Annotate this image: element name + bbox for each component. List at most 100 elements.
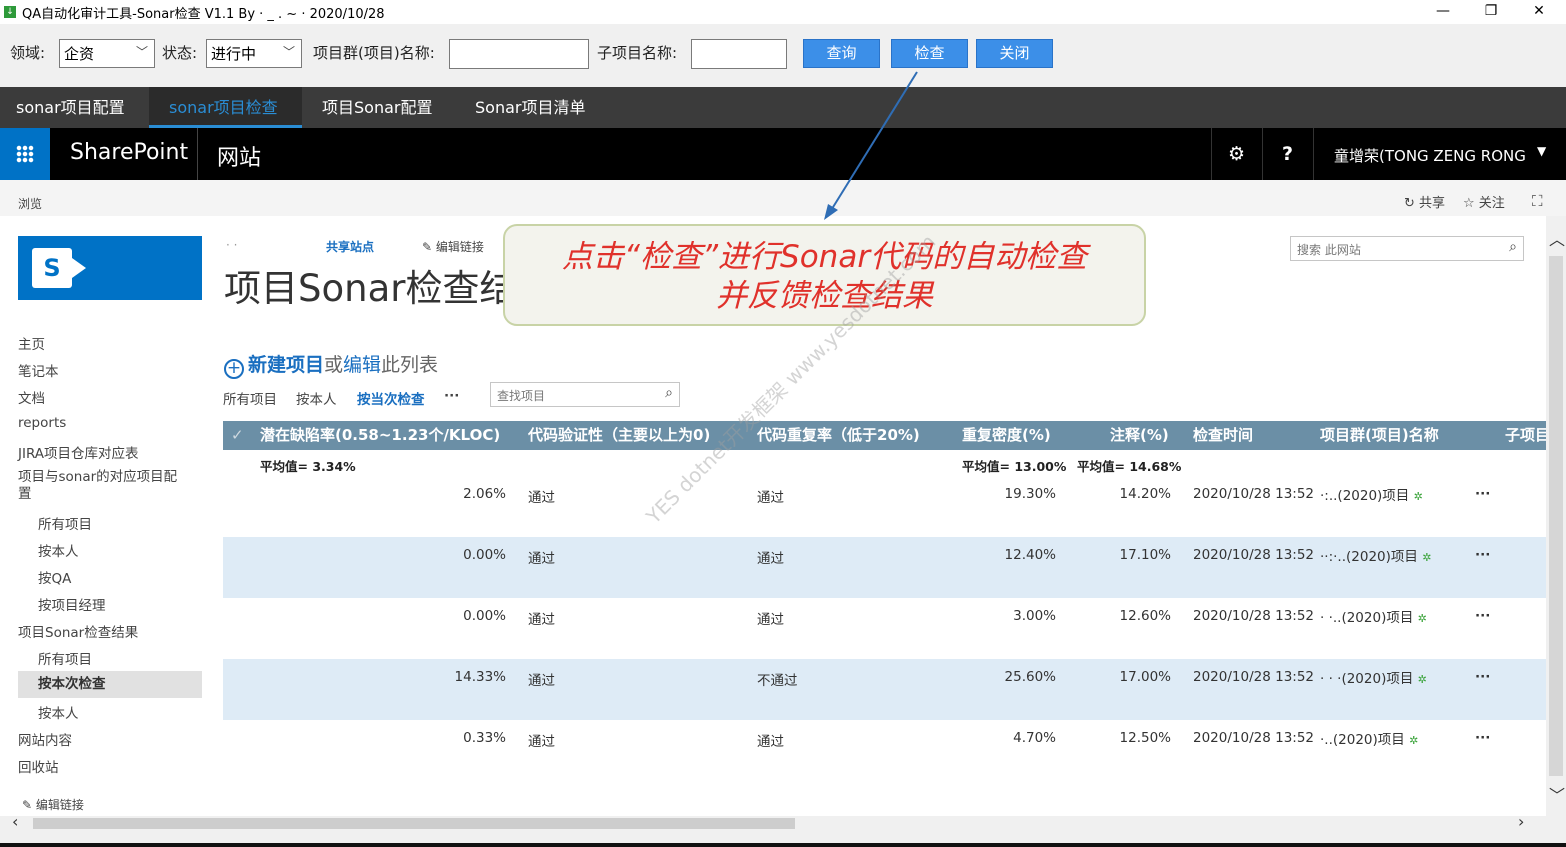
cell-code-repeat: 不通过 — [757, 673, 798, 689]
nav-reports[interactable]: reports — [18, 415, 66, 431]
site-logo[interactable]: S — [18, 236, 202, 300]
view-all-items[interactable]: 所有项目 — [223, 388, 277, 408]
cell-comment: 17.00% — [1119, 669, 1171, 685]
tab-sonar-project-check[interactable]: sonar项目检查 — [149, 87, 302, 128]
cell-project-group[interactable]: · ·..(2020)项目 ✲ — [1320, 608, 1442, 629]
nav-notebook[interactable]: 笔记本 — [18, 360, 59, 380]
settings-gear-icon[interactable]: ⚙ — [1211, 128, 1261, 180]
query-button[interactable]: 查询 — [803, 39, 880, 68]
vertical-scroll-thumb[interactable] — [1549, 256, 1563, 776]
tab-project-sonar-config[interactable]: 项目Sonar配置 — [322, 87, 432, 128]
site-link[interactable]: 网站 — [217, 140, 261, 172]
cell-project-group[interactable]: ·..(2020)项目 ✲ — [1320, 730, 1442, 751]
horizontal-scrollbar[interactable]: ‹ › — [0, 812, 1566, 831]
close-window-button[interactable]: ✕ — [1516, 0, 1562, 24]
nav-sub2-this-check[interactable]: 按本次检查 — [18, 671, 202, 698]
nav-sub2-all-projects[interactable]: 所有项目 — [38, 648, 92, 668]
nav-sub-all-projects[interactable]: 所有项目 — [38, 513, 92, 533]
status-select[interactable]: 进行中 ﹀ — [206, 39, 302, 68]
view-by-me[interactable]: 按本人 — [296, 388, 337, 408]
cell-project-group[interactable]: ··:·..(2020)项目 ✲ — [1320, 547, 1442, 568]
edit-links-label: 编辑链接 — [435, 240, 484, 254]
check-button[interactable]: 检查 — [891, 39, 968, 68]
project-group-input[interactable] — [449, 39, 589, 69]
nav-sub-by-me[interactable]: 按本人 — [38, 540, 79, 560]
site-search-input[interactable]: 搜索 此网站 ⌕ — [1290, 236, 1524, 261]
share-action[interactable]: ↻ 共享 — [1404, 192, 1445, 211]
cell-project-group[interactable]: ·:..(2020)项目 ✲ — [1320, 486, 1442, 507]
col-sub-project[interactable]: 子项目 — [1505, 421, 1546, 450]
nav-jira-mapping[interactable]: JIRA项目仓库对应表 — [18, 442, 139, 462]
project-name-link[interactable]: ··:·..(2020)项目 — [1320, 549, 1418, 565]
col-code-repeat[interactable]: 代码重复率（低于20%) — [757, 421, 920, 450]
scroll-down-icon[interactable]: ﹀ — [1549, 782, 1565, 806]
nav-home[interactable]: 主页 — [18, 333, 45, 353]
col-check-time[interactable]: 检查时间 — [1193, 421, 1253, 450]
edit-list-link[interactable]: 编辑 — [343, 354, 381, 376]
or-text: 或 — [324, 354, 344, 376]
project-name-link[interactable]: ·:..(2020)项目 — [1320, 488, 1409, 504]
close-button[interactable]: 关闭 — [976, 39, 1053, 68]
nav-documents[interactable]: 文档 — [18, 387, 45, 407]
cell-project-group[interactable]: · · ·(2020)项目 ✲ — [1320, 669, 1442, 690]
edit-links-top[interactable]: ✎ 编辑链接 — [422, 238, 484, 255]
find-item-input[interactable]: 查找项目 ⌕ — [490, 382, 680, 407]
table-row[interactable]: 0.00% 通过 通过 12.40% 17.10% 2020/10/28 13:52 ··:… — [223, 537, 1546, 598]
browse-tab[interactable]: 浏览 — [18, 195, 42, 212]
nav-sub2-by-me[interactable]: 按本人 — [38, 702, 79, 722]
tab-sonar-project-list[interactable]: Sonar项目清单 — [475, 87, 585, 128]
breadcrumb-shared-site[interactable]: 共享站点 — [326, 238, 374, 255]
nav-project-sonar-mapping[interactable]: 项目与sonar的对应项目配置 — [18, 469, 188, 503]
table-row[interactable]: 2.06% 通过 通过 19.30% 14.20% 2020/10/28 13:52 ·:.… — [223, 476, 1546, 537]
domain-select[interactable]: 企资 ﹀ — [59, 39, 155, 68]
cell-dup-density: 19.30% — [1004, 486, 1056, 502]
select-all-check-icon[interactable]: ✓ — [231, 421, 244, 450]
sub-project-input[interactable] — [691, 39, 787, 69]
help-icon[interactable]: ? — [1262, 128, 1312, 180]
scroll-right-icon[interactable]: › — [1518, 812, 1524, 831]
follow-action[interactable]: ☆ 关注 — [1463, 192, 1505, 211]
search-icon[interactable]: ⌕ — [665, 385, 673, 401]
add-circle-icon[interactable]: + — [224, 359, 244, 379]
sharepoint-brand[interactable]: SharePoint — [70, 140, 188, 165]
col-project-group[interactable]: 项目群(项目)名称 — [1320, 421, 1439, 450]
new-item-link[interactable]: 新建项目 — [248, 354, 324, 376]
nav-recycle-bin[interactable]: 回收站 — [18, 756, 59, 776]
nav-sonar-check-results[interactable]: 项目Sonar检查结果 — [18, 621, 138, 641]
row-more-button[interactable]: ··· — [1475, 608, 1490, 624]
scroll-left-icon[interactable]: ‹ — [12, 812, 18, 831]
col-comment[interactable]: 注释(%) — [1110, 421, 1169, 450]
divider — [197, 128, 198, 180]
views-more-button[interactable]: ··· — [444, 388, 459, 404]
vertical-scrollbar[interactable]: ︿ ﹀ — [1546, 216, 1566, 816]
table-row[interactable]: 0.00% 通过 通过 3.00% 12.60% 2020/10/28 13:52 · ·.… — [223, 598, 1546, 659]
nav-sub-by-qa[interactable]: 按QA — [38, 567, 71, 587]
view-current-check[interactable]: 按当次检查 — [357, 388, 425, 408]
table-row[interactable]: 0.33% 通过 通过 4.70% 12.50% 2020/10/28 13:52 ·..(… — [223, 720, 1546, 781]
focus-content-icon[interactable]: ⛶ — [1532, 192, 1543, 210]
minimize-button[interactable]: — — [1420, 0, 1466, 24]
callout-line-1: 点击“检查”进行Sonar代码的自动检查 — [561, 239, 1088, 275]
project-name-link[interactable]: · · ·(2020)项目 — [1320, 671, 1413, 687]
row-more-button[interactable]: ··· — [1475, 547, 1490, 563]
project-name-link[interactable]: · ·..(2020)项目 — [1320, 610, 1413, 626]
search-icon[interactable]: ⌕ — [1509, 239, 1517, 255]
edit-links-bottom[interactable]: ✎ 编辑链接 — [22, 796, 84, 813]
col-defect-rate[interactable]: 潜在缺陷率(0.58~1.23个/KLOC) — [260, 421, 500, 450]
nav-sub-by-pm[interactable]: 按项目经理 — [38, 594, 106, 614]
tab-sonar-project-config[interactable]: sonar项目配置 — [16, 87, 125, 128]
horizontal-scroll-thumb[interactable] — [33, 818, 795, 829]
project-name-link[interactable]: ·..(2020)项目 — [1320, 732, 1405, 748]
row-more-button[interactable]: ··· — [1475, 669, 1490, 685]
row-more-button[interactable]: ··· — [1475, 730, 1490, 746]
scroll-up-icon[interactable]: ︿ — [1549, 226, 1565, 250]
app-launcher-button[interactable] — [0, 128, 50, 180]
col-code-verify[interactable]: 代码验证性（主要以上为0) — [528, 421, 710, 450]
user-menu[interactable]: 童增荣(TONG ZENG RONG — [1334, 145, 1529, 166]
col-dup-density[interactable]: 重复密度(%) — [962, 421, 1051, 450]
caret-down-icon[interactable]: ▼ — [1537, 144, 1546, 158]
row-more-button[interactable]: ··· — [1475, 486, 1490, 502]
nav-site-contents[interactable]: 网站内容 — [18, 729, 72, 749]
restore-button[interactable]: ❐ — [1468, 0, 1514, 24]
table-row[interactable]: 14.33% 通过 不通过 25.60% 17.00% 2020/10/28 13:52 ·… — [223, 659, 1546, 720]
